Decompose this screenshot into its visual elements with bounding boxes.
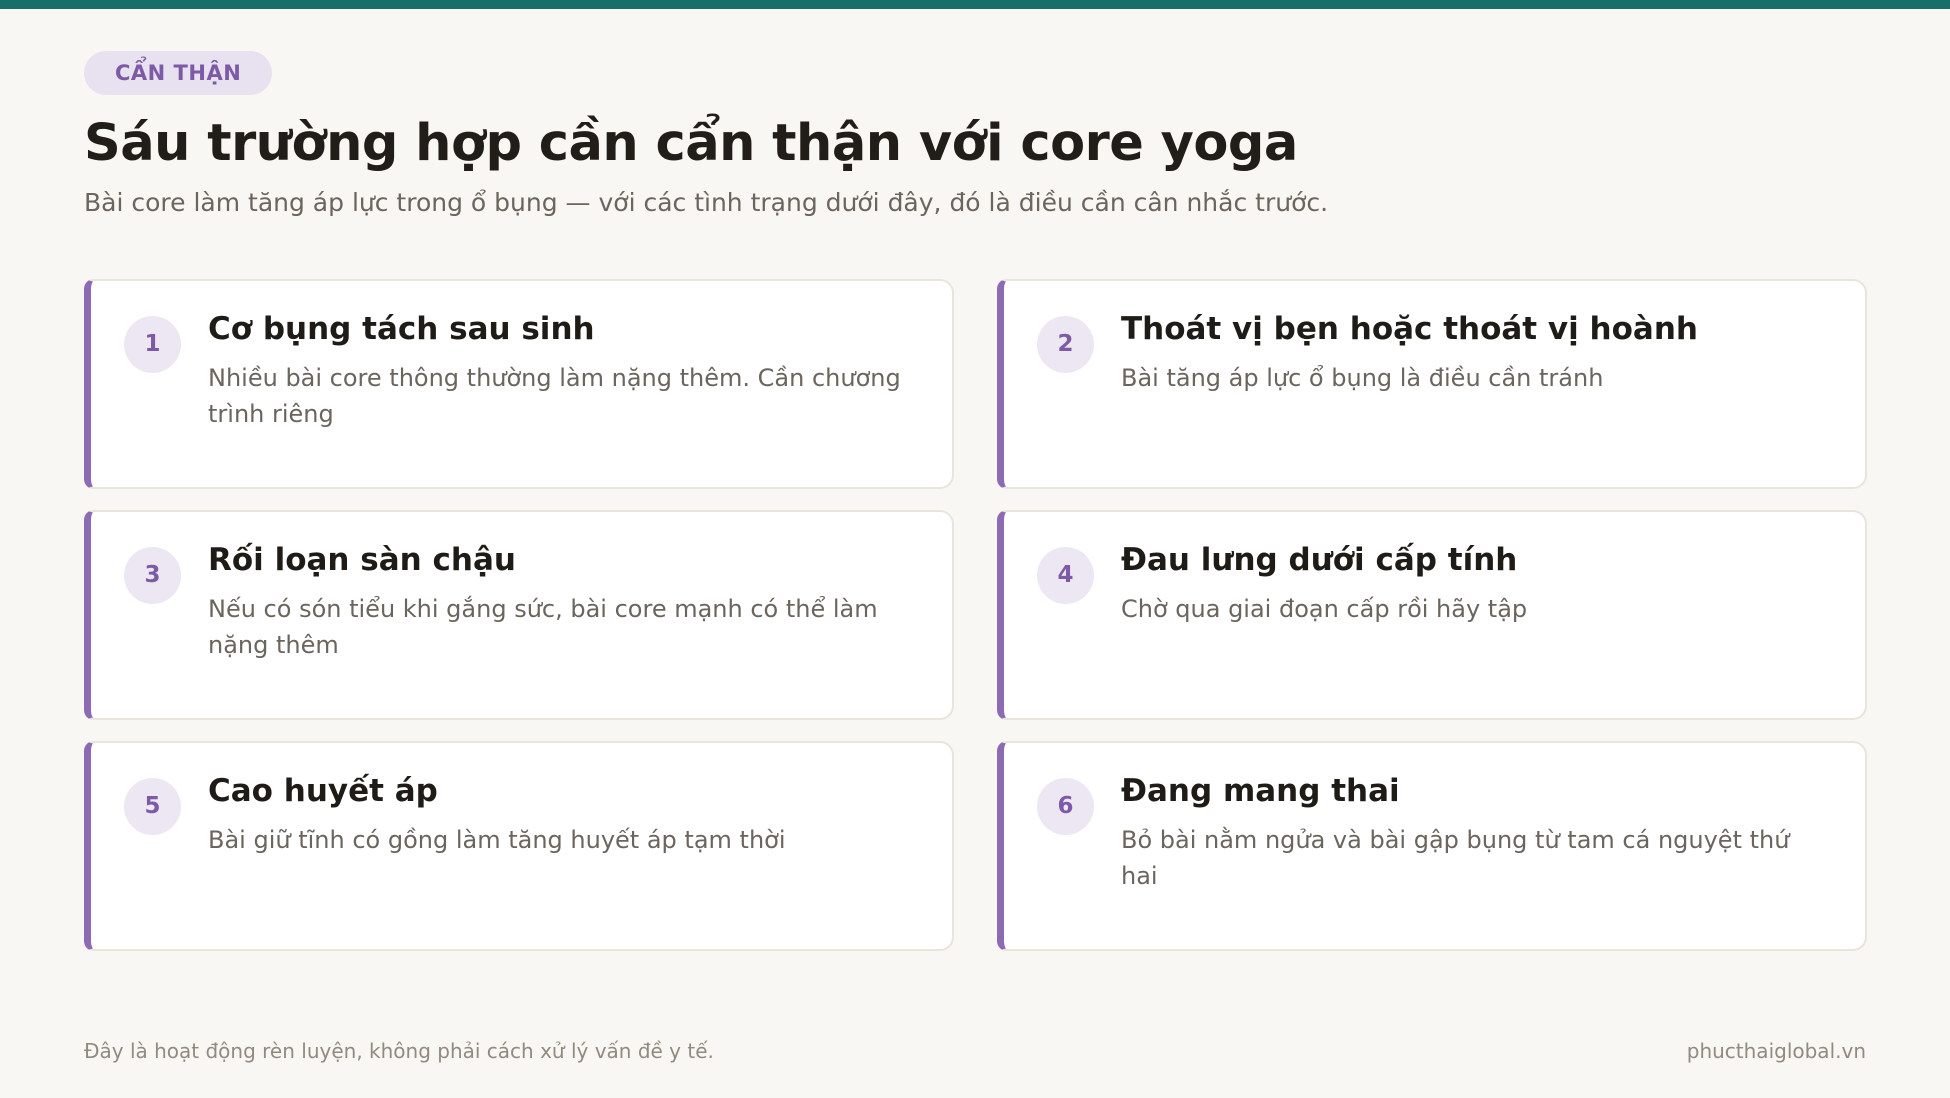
card-title: Cao huyết áp [208, 773, 438, 809]
card-number-badge: 2 [1037, 316, 1094, 373]
card-title: Đau lưng dưới cấp tính [1121, 542, 1518, 578]
card-description: Nhiều bài core thông thường làm nặng thê… [208, 364, 901, 428]
card-title: Thoát vị bẹn hoặc thoát vị hoành [1121, 311, 1698, 347]
card-title: Rối loạn sàn chậu [208, 542, 516, 578]
caution-badge: CẨN THẬN [84, 51, 273, 95]
top-accent-bar [0, 0, 1950, 9]
footer-disclaimer: Đây là hoạt động rèn luyện, không phải c… [84, 1039, 714, 1063]
cards-grid: 1 Cơ bụng tách sau sinh Nhiều bài core t… [84, 279, 1867, 951]
card-description: Chờ qua giai đoạn cấp rồi hãy tập [1121, 595, 1528, 623]
page-subtitle: Bài core làm tăng áp lực trong ổ bụng — … [84, 188, 1329, 217]
caution-card: 1 Cơ bụng tách sau sinh Nhiều bài core t… [84, 279, 954, 489]
card-number-badge: 6 [1037, 778, 1094, 835]
card-number-badge: 1 [124, 316, 181, 373]
card-description: Bài tăng áp lực ổ bụng là điều cần tránh [1121, 364, 1604, 392]
card-description: Nếu có són tiểu khi gắng sức, bài core m… [208, 595, 878, 659]
card-description: Bỏ bài nằm ngửa và bài gập bụng từ tam c… [1121, 826, 1790, 890]
footer-website: phucthaiglobal.vn [1686, 1039, 1866, 1063]
caution-card: 2 Thoát vị bẹn hoặc thoát vị hoành Bài t… [997, 279, 1867, 489]
card-title: Đang mang thai [1121, 773, 1400, 809]
caution-card: 3 Rối loạn sàn chậu Nếu có són tiểu khi … [84, 510, 954, 720]
card-number-badge: 3 [124, 547, 181, 604]
caution-card: 4 Đau lưng dưới cấp tính Chờ qua giai đo… [997, 510, 1867, 720]
card-description: Bài giữ tĩnh có gồng làm tăng huyết áp t… [208, 826, 786, 854]
card-number-badge: 4 [1037, 547, 1094, 604]
caution-card: 6 Đang mang thai Bỏ bài nằm ngửa và bài … [997, 741, 1867, 951]
card-title: Cơ bụng tách sau sinh [208, 311, 595, 347]
card-number-badge: 5 [124, 778, 181, 835]
caution-card: 5 Cao huyết áp Bài giữ tĩnh có gồng làm … [84, 741, 954, 951]
page-title: Sáu trường hợp cần cẩn thận với core yog… [84, 114, 1298, 173]
